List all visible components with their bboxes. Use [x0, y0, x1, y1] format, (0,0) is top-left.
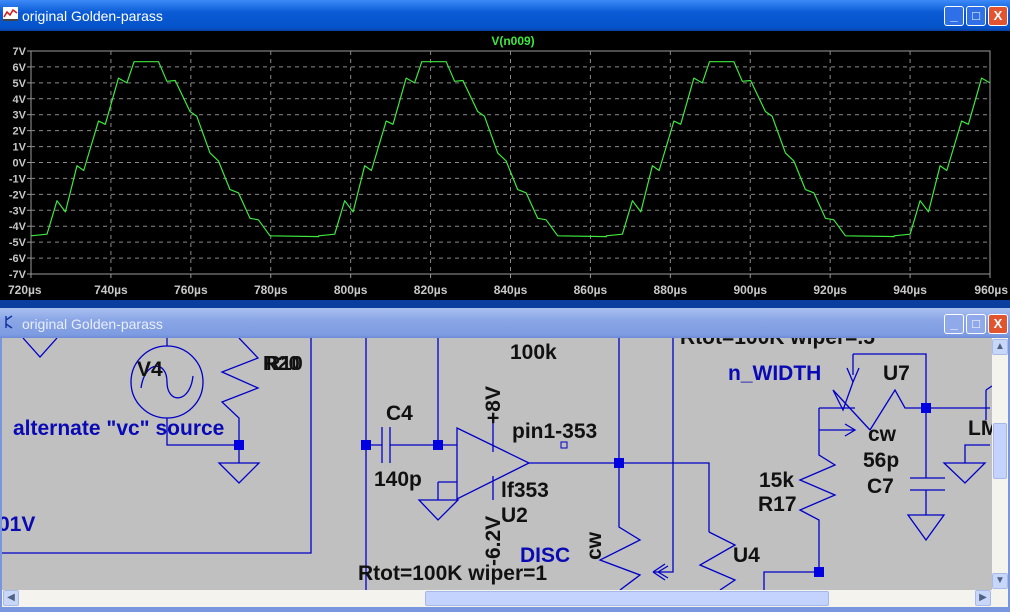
- x-tick-label: 780µs: [254, 283, 288, 297]
- scroll-down-button[interactable]: ▼: [992, 573, 1008, 589]
- resistor-r20[interactable]: [220, 338, 260, 445]
- y-tick-label: 7V: [13, 46, 27, 58]
- junction-dot: [614, 458, 624, 468]
- y-tick-label: -2V: [9, 189, 27, 201]
- y-tick-label: 6V: [13, 62, 27, 74]
- x-tick-label: 920µs: [813, 283, 847, 297]
- label-rtot-wiper1: Rtot=100K wiper=1: [358, 562, 547, 585]
- junction-dot: [433, 440, 443, 450]
- horizontal-scroll-thumb[interactable]: [425, 591, 829, 606]
- schematic-window-title: original Golden-parass: [22, 316, 163, 332]
- x-tick-label: 740µs: [94, 283, 128, 297]
- vertical-scrollbar[interactable]: ▲ ▼: [992, 338, 1008, 590]
- y-tick-label: 4V: [13, 94, 27, 106]
- waveform-icon: [3, 7, 18, 21]
- label-c4-value: 140p: [374, 468, 422, 491]
- y-tick-label: -1V: [9, 173, 27, 185]
- close-button[interactable]: X: [988, 314, 1008, 334]
- junction-dot: [814, 567, 824, 577]
- y-tick-label: 2V: [13, 126, 27, 138]
- x-tick-label: 820µs: [414, 283, 448, 297]
- y-tick-label: -6V: [9, 253, 27, 265]
- x-tick-label: 720µs: [8, 283, 42, 297]
- junction-dot: [361, 440, 371, 450]
- x-tick-label: 940µs: [893, 283, 927, 297]
- net-label-disc: DISC: [520, 544, 570, 567]
- plot-window-title: original Golden-parass: [22, 8, 163, 24]
- minimize-button[interactable]: _: [944, 314, 964, 334]
- label-c4: C4: [386, 402, 413, 425]
- maximize-button[interactable]: □: [966, 314, 986, 334]
- y-tick-label: -3V: [9, 205, 27, 217]
- label-cw: cw: [583, 531, 606, 560]
- waveform-plot-pane[interactable]: V(n009) 7V 6V 5V 4V 3V 2V 1V 0V -1V -2V -3V -4V -5V -…: [0, 31, 1010, 303]
- net-label-n-width: n_WIDTH: [728, 362, 821, 385]
- junction-dot: [921, 403, 931, 413]
- waveform-chart[interactable]: V(n009) 7V 6V 5V 4V 3V 2V 1V 0V -1V -2V -3V -4V -5V -…: [0, 31, 1010, 303]
- x-tick-label: 860µs: [574, 283, 608, 297]
- comment-01v: 01V: [2, 513, 35, 536]
- ground-symbol: [22, 338, 58, 358]
- x-tick-label: 800µs: [334, 283, 368, 297]
- vertical-scroll-thumb[interactable]: [993, 423, 1007, 479]
- window-frame: [0, 607, 1010, 612]
- label-v4: V4: [137, 358, 163, 381]
- y-tick-label: -7V: [9, 269, 27, 281]
- window-divider: [0, 300, 1010, 308]
- x-tick-label: 960µs: [974, 283, 1008, 297]
- label-plus8v: +8V: [482, 386, 505, 424]
- trace-label[interactable]: V(n009): [491, 34, 534, 48]
- label-c7-value: 56p: [863, 449, 899, 472]
- label-u2: U2: [501, 504, 528, 527]
- y-tick-label: 5V: [13, 78, 27, 90]
- ground-symbol: [217, 445, 261, 484]
- schematic-window-titlebar[interactable]: original Golden-parass _ □ X: [0, 308, 1010, 338]
- label-pin1-353: pin1-353: [512, 420, 597, 443]
- scroll-left-button[interactable]: ◀: [3, 590, 19, 606]
- label-cw: cw: [868, 423, 897, 446]
- label-rtot-wiper05: Rtot=100K wiper=.5: [680, 338, 875, 349]
- x-tick-label: 760µs: [174, 283, 208, 297]
- maximize-button[interactable]: □: [966, 6, 986, 26]
- junction-dot: [234, 440, 244, 450]
- minimize-button[interactable]: _: [944, 6, 964, 26]
- label-u4: U4: [733, 544, 760, 567]
- label-r17: R17: [758, 493, 797, 516]
- x-tick-label: 900µs: [733, 283, 767, 297]
- horizontal-scrollbar[interactable]: ◀ ▶: [2, 590, 992, 607]
- y-tick-label: 3V: [13, 110, 27, 122]
- transistor-icon: [5, 315, 13, 329]
- x-tick-label: 840µs: [494, 283, 528, 297]
- close-button[interactable]: X: [988, 6, 1008, 26]
- y-tick-label: -4V: [9, 221, 27, 233]
- label-u7: U7: [883, 362, 910, 385]
- label-lm: LM: [968, 417, 992, 440]
- label-c7: C7: [867, 475, 894, 498]
- y-tick-label: -5V: [9, 237, 27, 249]
- comment-alternate-source: alternate "vc" source: [13, 417, 224, 440]
- scroll-up-button[interactable]: ▲: [992, 339, 1008, 355]
- y-tick-label: 1V: [13, 142, 27, 154]
- schematic-drawing[interactable]: V4 R20 R10 C4 140p 100k +8V -6.2V pin1-3…: [2, 338, 992, 590]
- scroll-right-button[interactable]: ▶: [975, 590, 991, 606]
- x-tick-label: 880µs: [654, 283, 688, 297]
- plot-window-titlebar[interactable]: original Golden-parass _ □ X: [0, 0, 1010, 31]
- label-100k: 100k: [510, 341, 557, 364]
- label-lf353: lf353: [501, 479, 549, 502]
- y-tick-label: 0V: [13, 158, 27, 170]
- label-r10: R10: [266, 353, 303, 375]
- resize-grip[interactable]: [992, 590, 1008, 607]
- schematic-canvas[interactable]: V4 R20 R10 C4 140p 100k +8V -6.2V pin1-3…: [2, 338, 992, 590]
- label-r17-value: 15k: [759, 469, 794, 492]
